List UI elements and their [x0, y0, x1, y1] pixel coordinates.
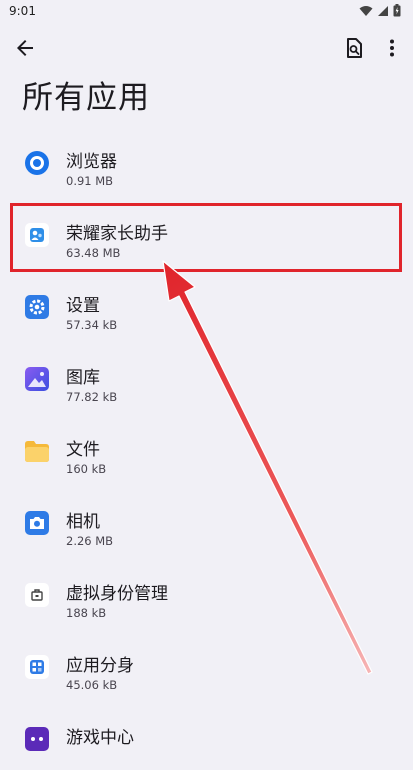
app-size: 57.34 kB [66, 318, 118, 332]
app-size: 188 kB [66, 606, 107, 620]
app-size: 45.06 kB [66, 678, 118, 692]
app-name: 图库 [66, 368, 100, 388]
app-size: 0.91 MB [66, 174, 114, 188]
back-button[interactable] [13, 36, 37, 60]
app-name: 虚拟身份管理 [66, 584, 168, 604]
arrow-back-icon [17, 40, 33, 56]
app-item-game-center[interactable]: 游戏中心 [0, 706, 413, 770]
app-name: 相机 [66, 512, 100, 532]
app-item-settings[interactable]: 设置 57.34 kB [0, 274, 413, 338]
app-name: 文件 [66, 440, 100, 460]
status-icons [359, 4, 401, 17]
search-document-icon [347, 38, 362, 58]
page-title: 所有应用 [22, 80, 150, 116]
app-name: 应用分身 [66, 656, 134, 676]
app-item-files[interactable]: 文件 160 kB [0, 418, 413, 482]
camera-icon [25, 511, 49, 535]
settings-icon [25, 295, 49, 319]
app-name: 游戏中心 [66, 728, 134, 748]
game-center-icon [25, 727, 49, 751]
app-size: 77.82 kB [66, 390, 118, 404]
highlight-box [10, 203, 402, 272]
app-item-app-clone[interactable]: 应用分身 45.06 kB [0, 634, 413, 698]
battery-icon [393, 4, 401, 17]
search-button[interactable] [342, 36, 366, 60]
wifi-icon [359, 5, 373, 16]
toolbar [0, 30, 413, 66]
gallery-icon [25, 367, 49, 391]
more-vertical-icon [390, 39, 394, 57]
app-item-browser[interactable]: 浏览器 0.91 MB [0, 130, 413, 194]
files-icon [25, 441, 49, 462]
cellular-signal-icon [378, 5, 388, 16]
app-item-gallery[interactable]: 图库 77.82 kB [0, 346, 413, 410]
app-item-virtual-identity[interactable]: 虚拟身份管理 188 kB [0, 562, 413, 626]
app-clone-icon [25, 655, 49, 679]
browser-icon [25, 151, 49, 175]
app-item-camera[interactable]: 相机 2.26 MB [0, 490, 413, 554]
virtual-identity-icon [25, 583, 49, 607]
app-size: 2.26 MB [66, 534, 114, 548]
app-name: 浏览器 [66, 152, 117, 172]
app-size: 160 kB [66, 462, 107, 476]
status-bar: 9:01 [0, 0, 413, 24]
app-name: 设置 [66, 296, 100, 316]
status-time: 9:01 [9, 4, 36, 18]
more-options-button[interactable] [380, 36, 404, 60]
